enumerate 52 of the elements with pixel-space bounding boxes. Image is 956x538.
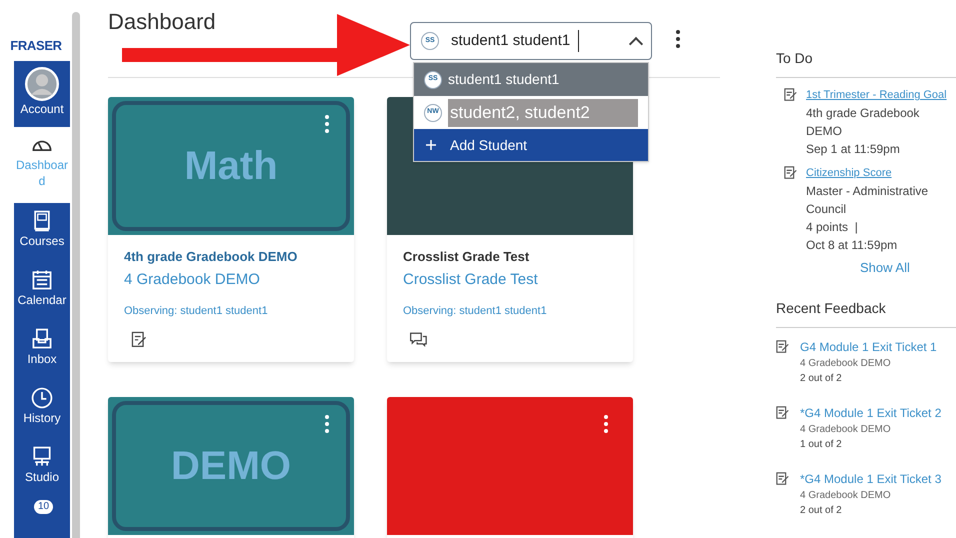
add-student-option[interactable]: Add Student bbox=[414, 129, 648, 161]
more-icon[interactable] bbox=[676, 30, 680, 48]
feedback-link[interactable]: G4 Module 1 Exit Ticket 1 bbox=[800, 338, 937, 356]
course-title[interactable]: 4th grade Gradebook DEMO bbox=[124, 247, 338, 266]
course-code[interactable]: 4 Gradebook DEMO bbox=[124, 268, 338, 291]
nav-item[interactable]: History bbox=[14, 380, 70, 439]
todo-detail: Master - Administrative Council bbox=[806, 183, 930, 218]
clock-icon bbox=[30, 386, 54, 410]
nav-item[interactable]: Studio bbox=[14, 439, 70, 498]
score-text: 2 out of 2 bbox=[800, 372, 843, 386]
avatar-icon bbox=[25, 67, 59, 101]
course-name: 4 Gradebook DEMO bbox=[800, 356, 892, 370]
scrollbar[interactable] bbox=[72, 12, 80, 538]
page-title: Dashboard bbox=[108, 10, 216, 34]
todo-link[interactable]: Citizenship Score bbox=[806, 164, 892, 182]
todo-detail: Sep 1 at 11:59pm bbox=[806, 141, 901, 158]
course-name: 4 Gradebook DEMO bbox=[800, 422, 892, 436]
todo-link[interactable]: 1st Trimester - Reading Goal bbox=[806, 86, 947, 104]
image-label: Math bbox=[184, 143, 278, 190]
nav-item[interactable]: Account bbox=[14, 61, 70, 127]
score-text: 1 out of 2 bbox=[800, 438, 843, 452]
assignment-icon bbox=[784, 88, 798, 102]
assignment-icon[interactable] bbox=[130, 330, 148, 348]
observing-label: Observing: student1 student1 bbox=[124, 304, 269, 319]
chat-bubbles-icon[interactable] bbox=[409, 330, 427, 348]
assignment-icon bbox=[776, 406, 790, 420]
course-title: Crosslist Grade Test bbox=[403, 248, 530, 266]
inbox-icon bbox=[30, 327, 54, 351]
course-code[interactable]: Crosslist Grade Test bbox=[403, 268, 617, 291]
todo-detail: Oct 8 at 11:59pm bbox=[806, 237, 898, 254]
todo-detail: 4th grade Gradebook DEMO bbox=[806, 105, 920, 140]
logo: FRASER bbox=[10, 37, 62, 55]
count-badge: 10 bbox=[34, 500, 54, 514]
plus-icon bbox=[426, 140, 436, 150]
show-all-link[interactable]: Show All bbox=[860, 258, 910, 278]
feedback-link[interactable]: *G4 Module 1 Exit Ticket 2 bbox=[800, 404, 942, 422]
feedback-link[interactable]: *G4 Module 1 Exit Ticket 3 bbox=[800, 470, 942, 488]
course-name: 4 Gradebook DEMO bbox=[800, 488, 892, 502]
section-heading: Recent Feedback bbox=[776, 298, 956, 328]
nav-item[interactable]: Courses bbox=[14, 203, 70, 262]
section-heading: To Do bbox=[776, 48, 956, 78]
nav-item[interactable]: Inbox bbox=[14, 321, 70, 380]
assignment-icon bbox=[776, 340, 790, 354]
todo-detail: 4 points | bbox=[806, 219, 859, 236]
course-card[interactable]: Math 4th grade Gradebook DEMO 4 Gradebook DEMO Observing: student1 student1 bbox=[108, 97, 354, 362]
assignment-icon bbox=[784, 166, 798, 180]
observing-label: Observing: student1 student1 bbox=[403, 304, 548, 319]
calendar-icon bbox=[30, 268, 54, 292]
assignment-icon bbox=[776, 472, 790, 486]
score-text: 2 out of 2 bbox=[800, 504, 843, 518]
nav-item[interactable]: Calendar bbox=[14, 262, 70, 321]
image-label: DEMO bbox=[171, 443, 291, 490]
